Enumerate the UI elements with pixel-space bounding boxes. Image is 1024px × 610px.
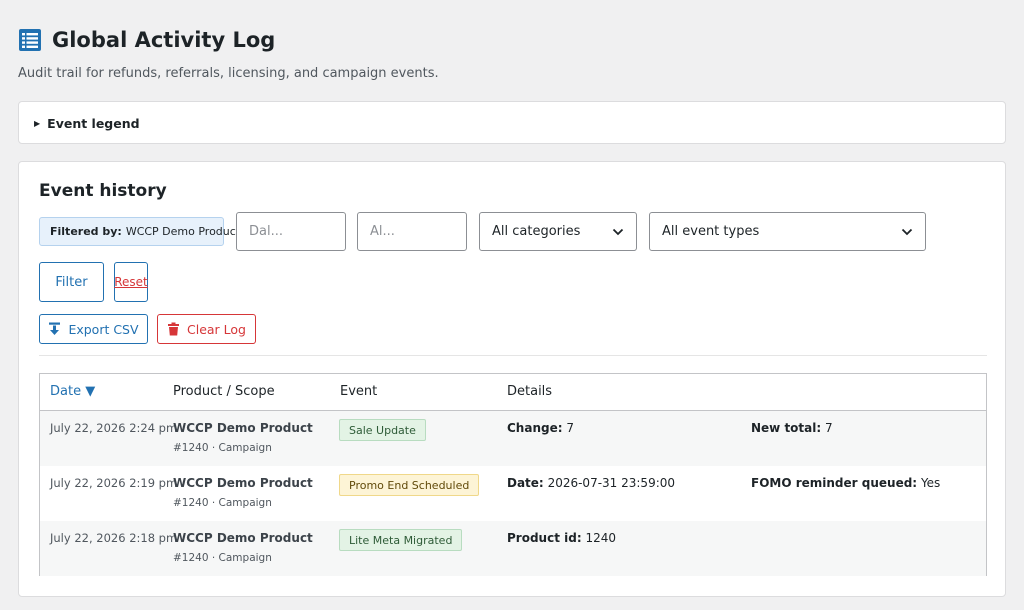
event-badge: Promo End Scheduled: [339, 474, 480, 496]
column-header-date[interactable]: Date ▼: [50, 384, 95, 399]
date-from-input[interactable]: [236, 212, 346, 251]
row-detail-primary: Change: 7: [507, 421, 574, 435]
filter-chip-label: Filtered by:: [50, 225, 122, 238]
detail-value: 2026-07-31 23:59:00: [547, 476, 676, 490]
row-scope: #1240 · Campaign: [173, 497, 272, 509]
export-csv-label: Export CSV: [68, 321, 139, 337]
filter-chip: Filtered by: WCCP Demo Product: [39, 217, 240, 246]
divider: [39, 355, 987, 356]
row-product: WCCP Demo Product: [173, 476, 313, 490]
column-header-details: Details: [507, 384, 553, 399]
chevron-down-icon: [612, 228, 624, 235]
row-product: WCCP Demo Product: [173, 531, 313, 545]
column-header-event: Event: [340, 384, 378, 399]
detail-label: New total:: [751, 421, 822, 435]
filter-button[interactable]: Filter: [39, 262, 104, 302]
event-type-select[interactable]: All event types: [649, 212, 926, 251]
row-date: July 22, 2026 2:24 pm: [50, 421, 178, 435]
row-scope: #1240 · Campaign: [173, 442, 272, 454]
page-header: Global Activity Log: [18, 28, 275, 52]
detail-label: FOMO reminder queued:: [751, 476, 918, 490]
detail-value: 7: [825, 421, 833, 435]
event-legend-toggle[interactable]: ▶ Event legend: [34, 116, 140, 131]
chevron-down-icon: [901, 228, 913, 235]
row-detail-secondary: New total: 7: [751, 421, 833, 435]
category-select[interactable]: All categories: [479, 212, 637, 251]
date-to-input[interactable]: [357, 212, 467, 251]
table-header: Date ▼ Product / Scope Event Details: [40, 374, 986, 411]
event-legend-label: Event legend: [47, 116, 140, 131]
clear-log-label: Clear Log: [187, 321, 246, 337]
triangle-right-icon: ▶: [34, 119, 41, 128]
row-date: July 22, 2026 2:18 pm: [50, 531, 178, 545]
event-history-title: Event history: [39, 181, 167, 201]
detail-label: Product id:: [507, 531, 582, 545]
row-product: WCCP Demo Product: [173, 421, 313, 435]
page-subtitle: Audit trail for refunds, referrals, lice…: [18, 66, 439, 81]
event-type-select-value: All event types: [662, 224, 760, 239]
row-detail-secondary: FOMO reminder queued: Yes: [751, 476, 940, 490]
row-detail-primary: Date: 2026-07-31 23:59:00: [507, 476, 675, 490]
table-row: July 22, 2026 2:24 pm WCCP Demo Product …: [40, 411, 986, 466]
category-select-value: All categories: [492, 224, 581, 239]
detail-label: Date:: [507, 476, 544, 490]
event-badge: Lite Meta Migrated: [339, 529, 463, 551]
download-icon: [49, 322, 61, 335]
page-title: Global Activity Log: [52, 28, 276, 52]
table-row: July 22, 2026 2:18 pm WCCP Demo Product …: [40, 521, 986, 576]
detail-value: 1240: [585, 531, 616, 545]
detail-label: Change:: [507, 421, 563, 435]
detail-value: 7: [566, 421, 574, 435]
activity-log-table: Date ▼ Product / Scope Event Details Jul…: [39, 373, 987, 576]
table-row: July 22, 2026 2:19 pm WCCP Demo Product …: [40, 466, 986, 521]
row-scope: #1240 · Campaign: [173, 552, 272, 564]
event-history-card: Event history Filtered by: WCCP Demo Pro…: [18, 161, 1006, 597]
detail-value: Yes: [920, 476, 941, 490]
row-date: July 22, 2026 2:19 pm: [50, 476, 178, 490]
column-header-scope: Product / Scope: [173, 384, 275, 399]
title-row: Global Activity Log: [18, 28, 275, 52]
legend-card: ▶ Event legend: [18, 101, 1006, 144]
event-badge: Sale Update: [339, 419, 426, 441]
row-detail-primary: Product id: 1240: [507, 531, 616, 545]
list-view-icon: [19, 29, 41, 51]
filter-chip-value: WCCP Demo Product: [125, 225, 241, 238]
clear-log-button[interactable]: Clear Log: [157, 314, 256, 344]
trash-icon: [168, 322, 179, 336]
export-csv-button[interactable]: Export CSV: [39, 314, 148, 344]
reset-button[interactable]: Reset: [114, 262, 148, 302]
